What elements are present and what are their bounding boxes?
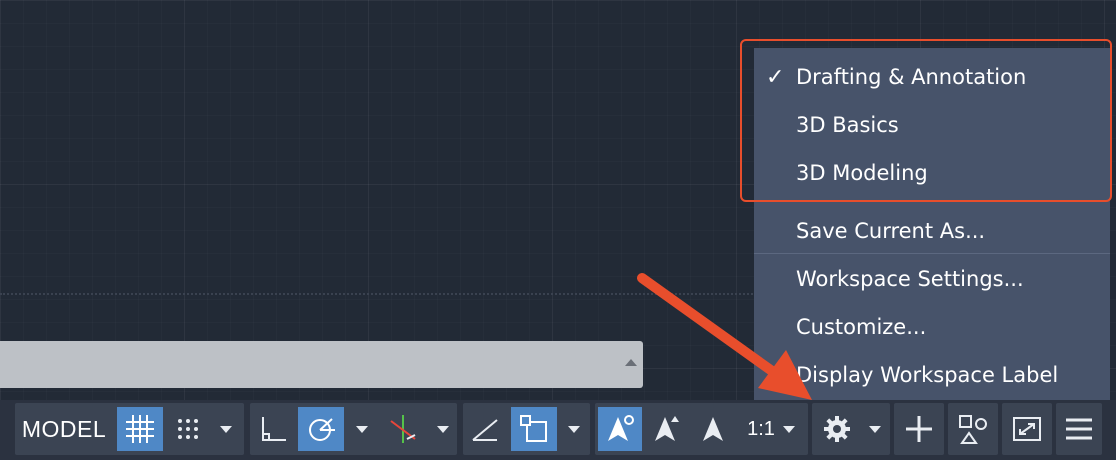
annotation-arrow-icon [637, 273, 812, 400]
